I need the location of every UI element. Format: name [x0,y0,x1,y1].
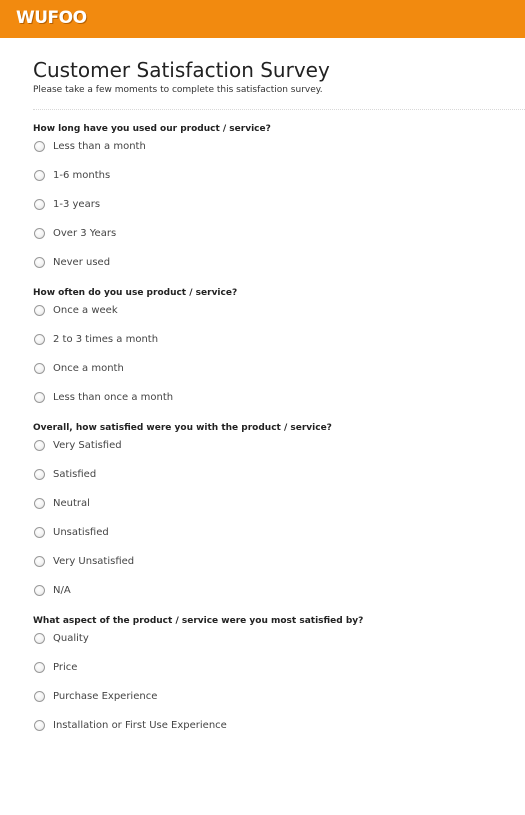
radio-button[interactable] [34,556,45,567]
radio-option[interactable]: Quality [33,632,503,661]
radio-button[interactable] [34,662,45,673]
radio-button[interactable] [34,228,45,239]
radio-option[interactable]: Very Unsatisfied [33,555,503,584]
radio-button[interactable] [34,141,45,152]
radio-button[interactable] [34,440,45,451]
radio-option[interactable]: Neutral [33,497,503,526]
radio-option-label[interactable]: Once a week [53,304,118,317]
radio-button[interactable] [34,585,45,596]
radio-option-label[interactable]: 1-6 months [53,169,110,182]
divider [33,109,525,110]
radio-button[interactable] [34,633,45,644]
radio-option-label[interactable]: Unsatisfied [53,526,109,539]
question-label: How long have you used our product / ser… [33,124,271,134]
radio-button[interactable] [34,527,45,538]
question-3: Overall, how satisfied were you with the… [33,423,503,613]
radio-button[interactable] [34,469,45,480]
radio-button[interactable] [34,498,45,509]
radio-option[interactable]: Unsatisfied [33,526,503,555]
question-2: How often do you use product / service? O… [33,288,503,420]
wufoo-logo[interactable]: WUFOO [16,8,87,28]
app-header: WUFOO [0,0,525,38]
radio-option-label[interactable]: Satisfied [53,468,96,481]
radio-option-label[interactable]: 1-3 years [53,198,100,211]
radio-button[interactable] [34,199,45,210]
radio-option-label[interactable]: Very Unsatisfied [53,555,134,568]
radio-button[interactable] [34,170,45,181]
radio-option[interactable]: 1-6 months [33,169,503,198]
radio-option-label[interactable]: Purchase Experience [53,690,157,703]
radio-button[interactable] [34,691,45,702]
survey-page: WUFOO Customer Satisfaction Survey Pleas… [0,0,525,815]
radio-option-label[interactable]: Very Satisfied [53,439,122,452]
radio-option[interactable]: Once a month [33,362,503,391]
question-label: What aspect of the product / service wer… [33,616,364,626]
radio-option[interactable]: Less than a month [33,140,503,169]
radio-option-label[interactable]: 2 to 3 times a month [53,333,158,346]
question-list: How long have you used our product / ser… [33,124,503,748]
radio-option[interactable]: Never used [33,256,503,285]
radio-option[interactable]: Once a week [33,304,503,333]
radio-option[interactable]: Very Satisfied [33,439,503,468]
radio-button[interactable] [34,257,45,268]
radio-option[interactable]: Purchase Experience [33,690,503,719]
radio-option[interactable]: Satisfied [33,468,503,497]
radio-button[interactable] [34,363,45,374]
radio-option-label[interactable]: Over 3 Years [53,227,116,240]
form-content: Customer Satisfaction Survey Please take… [33,58,525,748]
form-description: Please take a few moments to complete th… [33,85,323,95]
radio-option-label[interactable]: Neutral [53,497,90,510]
radio-option-label[interactable]: Installation or First Use Experience [53,719,227,732]
radio-option-label[interactable]: Less than a month [53,140,146,153]
radio-option[interactable]: N/A [33,584,503,613]
radio-button[interactable] [34,334,45,345]
radio-option-label[interactable]: Price [53,661,77,674]
radio-option[interactable]: Installation or First Use Experience [33,719,503,748]
radio-option[interactable]: 1-3 years [33,198,503,227]
question-label: Overall, how satisfied were you with the… [33,423,332,433]
radio-option[interactable]: Over 3 Years [33,227,503,256]
radio-button[interactable] [34,720,45,731]
radio-button[interactable] [34,305,45,316]
question-1: How long have you used our product / ser… [33,124,503,285]
radio-option[interactable]: 2 to 3 times a month [33,333,503,362]
question-4: What aspect of the product / service wer… [33,616,503,748]
radio-option-label[interactable]: Quality [53,632,89,645]
radio-option[interactable]: Less than once a month [33,391,503,420]
question-label: How often do you use product / service? [33,288,238,298]
radio-option-label[interactable]: Never used [53,256,110,269]
radio-option[interactable]: Price [33,661,503,690]
radio-option-label[interactable]: Once a month [53,362,124,375]
form-title: Customer Satisfaction Survey [33,58,330,82]
radio-button[interactable] [34,392,45,403]
radio-option-label[interactable]: Less than once a month [53,391,173,404]
radio-option-label[interactable]: N/A [53,584,71,597]
